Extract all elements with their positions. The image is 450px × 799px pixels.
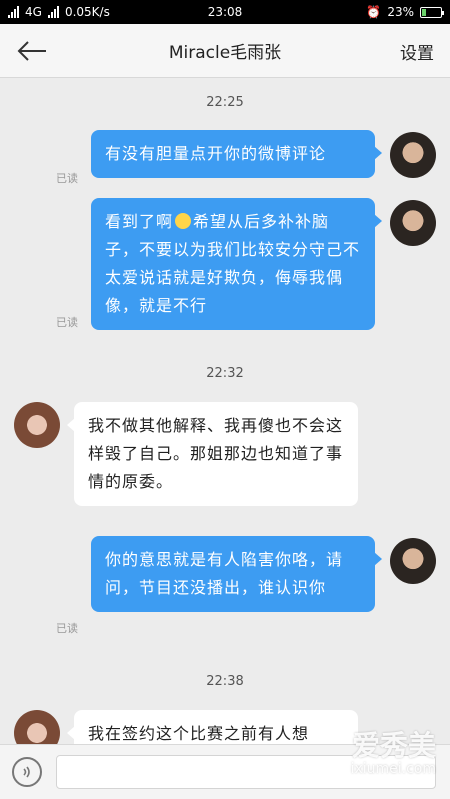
contact-avatar[interactable] [14, 402, 60, 448]
input-bar: 爱秀美 ixiumei.com [0, 730, 450, 799]
chat-title: Miracle毛雨张 [168, 43, 282, 63]
message-text: 有没有胆量点开你的微博评论 [105, 144, 327, 163]
alarm-icon: ⏰ [366, 5, 382, 19]
timestamp: 22:25 [206, 95, 244, 110]
incoming-message[interactable]: 我不做其他解释、我再傻也不会这样毁了自己。那姐那边也知道了事情的原委。 [67, 402, 358, 506]
my-avatar[interactable] [390, 132, 436, 178]
settings-button[interactable]: 设置 [400, 39, 434, 64]
read-receipt: 已读 [56, 622, 78, 635]
watermark-domain: ixiumei.com [350, 760, 436, 777]
battery-percent: 23% [387, 5, 414, 19]
timestamp: 22:38 [206, 674, 244, 689]
my-avatar[interactable] [390, 200, 436, 246]
outgoing-message[interactable]: 看到了啊 希望从后多补补脑子，不要以为我们比较安分守己不太爱说话就是好欺负，侮辱我… [91, 198, 382, 330]
network-speed: 0.05K/s [64, 5, 110, 19]
battery-icon [420, 6, 444, 18]
read-receipt: 已读 [56, 316, 78, 329]
signal-icon [8, 6, 19, 18]
status-right: ⏰ 23% [366, 5, 444, 19]
incoming-message[interactable]: 我在签约这个比赛之前有人想 [67, 710, 358, 744]
smile-emoji-icon [175, 213, 192, 229]
voice-input-button[interactable] [12, 757, 42, 787]
watermark-brand: 爱秀美 [351, 729, 436, 762]
chat-area[interactable]: 22:25 已读 有没有胆量点开你的微博评论 已读 看到了啊 希望从后多补补脑子，… [0, 78, 450, 744]
network-type: 4G [25, 5, 42, 19]
outgoing-message[interactable]: 有没有胆量点开你的微博评论 [91, 130, 382, 178]
message-text: 我在签约这个比赛之前有人想 [88, 724, 310, 743]
my-avatar[interactable] [390, 538, 436, 584]
message-text: 你的意思就是有人陷害你咯，请问，节目还没播出，谁认识你 [105, 550, 344, 597]
contact-avatar[interactable] [14, 710, 60, 744]
battery-fill [422, 8, 426, 16]
read-receipt: 已读 [56, 172, 78, 185]
status-left: 4G 0.05K/s [8, 5, 110, 19]
title-bar: Miracle毛雨张 设置 [0, 24, 450, 78]
message-text: 我不做其他解释、我再傻也不会这样毁了自己。那姐那边也知道了事情的原委。 [88, 416, 344, 491]
voice-icon [23, 766, 30, 778]
watermark: 爱秀美 ixiumei.com [350, 729, 436, 777]
signal-icon-2 [47, 6, 59, 18]
message-text: 看到了啊 [105, 212, 174, 231]
status-bar: 4G 0.05K/s 23:08 ⏰ 23% [0, 0, 450, 24]
timestamp: 22:32 [206, 366, 244, 381]
outgoing-message[interactable]: 你的意思就是有人陷害你咯，请问，节目还没播出，谁认识你 [91, 536, 382, 612]
